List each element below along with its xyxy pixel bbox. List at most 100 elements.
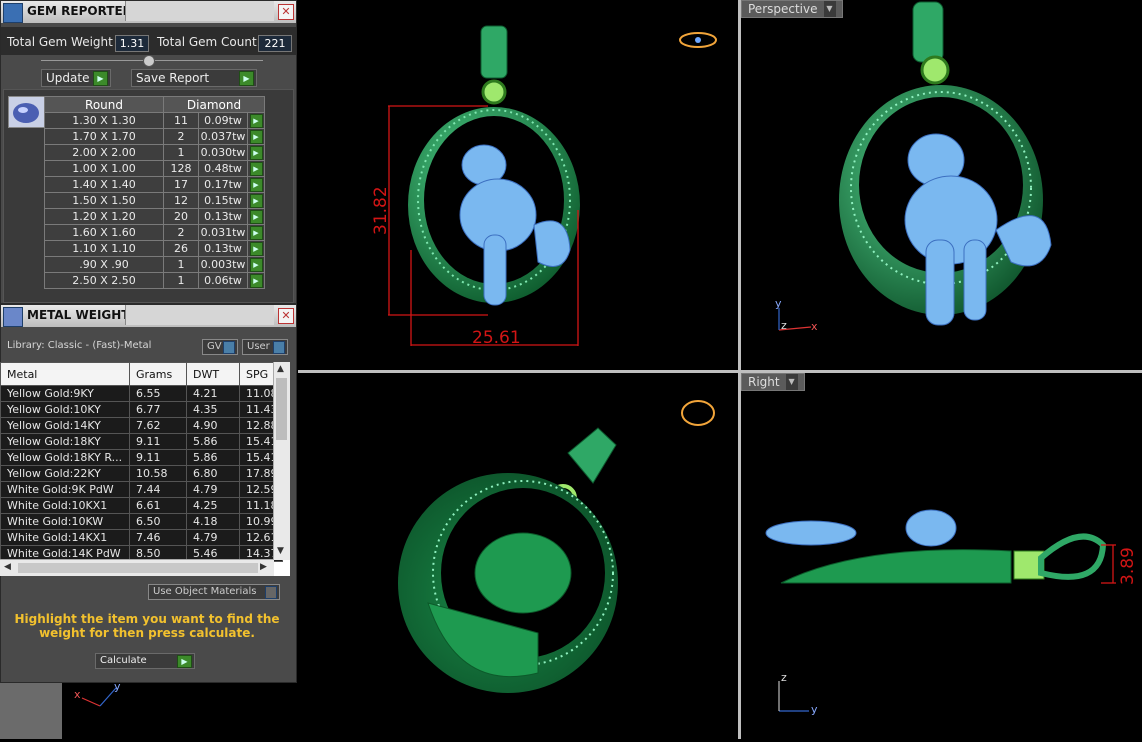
metal-row[interactable]: Yellow Gold:18KY 9.11 5.86 15.41 [0, 433, 283, 450]
dwt-header[interactable]: DWT [186, 362, 240, 386]
metal-header[interactable]: Metal [0, 362, 130, 386]
gem-row[interactable]: 2.00 X 2.00 1 0.030tw ▶ [44, 144, 265, 161]
metal-name: Yellow Gold:10KY [0, 401, 130, 418]
slider-handle[interactable] [143, 55, 155, 67]
scrollbar-thumb-h[interactable] [18, 563, 258, 573]
gem-size: 1.70 X 1.70 [44, 128, 164, 145]
svg-text:z: z [781, 671, 787, 684]
metal-row[interactable]: Yellow Gold:10KY 6.77 4.35 11.43 [0, 401, 283, 418]
metal-table-container[interactable]: Metal Grams DWT SPG Yellow Gold:9KY 6.55 4… [0, 362, 290, 576]
chevron-right-icon[interactable]: ▶ [260, 562, 267, 572]
metal-name: Yellow Gold:22KY [0, 465, 130, 482]
gem-count: 11 [163, 112, 199, 129]
gem-row[interactable]: 1.00 X 1.00 128 0.48tw ▶ [44, 160, 265, 177]
round-header: Round [44, 96, 164, 113]
play-icon: ▶ [239, 71, 254, 86]
chevron-up-icon[interactable]: ▲ [277, 364, 284, 374]
metal-row[interactable]: Yellow Gold:22KY 10.58 6.80 17.89 [0, 465, 283, 482]
gem-shape-icon[interactable] [8, 96, 45, 128]
gem-weight: 0.06tw [198, 272, 248, 289]
gem-row[interactable]: 1.30 X 1.30 11 0.09tw ▶ [44, 112, 265, 129]
select-gem-button[interactable]: ▶ [247, 272, 265, 289]
metal-row[interactable]: Yellow Gold:14KY 7.62 4.90 12.88 [0, 417, 283, 434]
select-gem-button[interactable]: ▶ [247, 176, 265, 193]
save-report-label: Save Report [136, 71, 210, 85]
metal-dwt: 4.90 [186, 417, 240, 434]
play-icon: ▶ [93, 71, 108, 86]
metal-name: White Gold:10KX1 [0, 497, 130, 514]
chevron-down-icon[interactable]: ▼ [277, 546, 284, 556]
close-icon[interactable]: ✕ [278, 308, 294, 324]
right-view-label[interactable]: Right ▼ [741, 373, 805, 391]
select-gem-button[interactable]: ▶ [247, 240, 265, 257]
metal-grams: 6.61 [129, 497, 187, 514]
gem-count: 20 [163, 208, 199, 225]
gem-row[interactable]: 1.70 X 1.70 2 0.037tw ▶ [44, 128, 265, 145]
metal-row[interactable]: Yellow Gold:18KY R... 9.11 5.86 15.41 [0, 449, 283, 466]
svg-text:x: x [74, 688, 81, 701]
gem-size: 1.00 X 1.00 [44, 160, 164, 177]
total-gem-weight-value: 1.31 [115, 35, 149, 52]
metal-row[interactable]: White Gold:10KW 6.50 4.18 10.99 [0, 513, 283, 530]
metal-row[interactable]: Yellow Gold:9KY 6.55 4.21 11.08 [0, 385, 283, 402]
use-object-materials-toggle[interactable]: Use Object Materials [148, 584, 280, 600]
update-button[interactable]: Update ▶ [41, 69, 111, 87]
metal-row[interactable]: White Gold:10KX1 6.61 4.25 11.18 [0, 497, 283, 514]
gem-count: 2 [163, 128, 199, 145]
viewport-perspective[interactable]: y z x Perspective ▼ [741, 0, 1142, 370]
metal-row[interactable]: White Gold:9K PdW 7.44 4.79 12.59 [0, 481, 283, 498]
gem-row[interactable]: 2.50 X 2.50 1 0.06tw ▶ [44, 272, 265, 289]
select-gem-button[interactable]: ▶ [247, 224, 265, 241]
select-gem-button[interactable]: ▶ [247, 112, 265, 129]
chevron-left-icon[interactable]: ◀ [4, 562, 11, 572]
gem-count: 26 [163, 240, 199, 257]
gem-row[interactable]: 1.50 X 1.50 12 0.15tw ▶ [44, 192, 265, 209]
perspective-view-label[interactable]: Perspective ▼ [741, 0, 843, 18]
select-gem-button[interactable]: ▶ [247, 208, 265, 225]
gem-row[interactable]: 1.40 X 1.40 17 0.17tw ▶ [44, 176, 265, 193]
viewport-top-left[interactable]: 31.82 25.61 [298, 0, 738, 370]
select-gem-button[interactable]: ▶ [247, 256, 265, 273]
select-gem-button[interactable]: ▶ [247, 144, 265, 161]
viewport-divider-horizontal[interactable] [298, 370, 1142, 373]
grams-header[interactable]: Grams [129, 362, 187, 386]
gem-size: 2.50 X 2.50 [44, 272, 164, 289]
metal-dwt: 5.86 [186, 433, 240, 450]
chevron-down-icon[interactable]: ▼ [785, 374, 798, 390]
gem-size: 1.60 X 1.60 [44, 224, 164, 241]
update-label: Update [46, 71, 90, 85]
metal-dwt: 5.86 [186, 449, 240, 466]
gem-count: 1 [163, 272, 199, 289]
viewport-bottom-left[interactable] [298, 373, 738, 739]
metal-weights-logo-icon [3, 307, 23, 327]
calculate-button[interactable]: Calculate ▶ [95, 653, 195, 669]
gem-count: 128 [163, 160, 199, 177]
gem-size: 1.50 X 1.50 [44, 192, 164, 209]
viewport-right[interactable]: 3.89 z y Right ▼ [741, 373, 1142, 739]
metal-grams: 6.55 [129, 385, 187, 402]
gem-row[interactable]: 1.20 X 1.20 20 0.13tw ▶ [44, 208, 265, 225]
metal-weights-titlebar[interactable]: METAL WEIGHTS ✕ [1, 305, 296, 327]
vertical-scrollbar[interactable]: ▲ ▼ [273, 362, 290, 560]
play-icon: ▶ [249, 193, 263, 208]
horizontal-scrollbar[interactable]: ◀ ▶ [0, 559, 274, 576]
select-gem-button[interactable]: ▶ [247, 128, 265, 145]
gem-row[interactable]: 1.10 X 1.10 26 0.13tw ▶ [44, 240, 265, 257]
user-toggle[interactable]: User [242, 339, 288, 355]
right-view-dimension: 3.89 [1118, 547, 1138, 585]
close-icon[interactable]: ✕ [278, 4, 294, 20]
gem-row[interactable]: 1.60 X 1.60 2 0.031tw ▶ [44, 224, 265, 241]
metal-row[interactable]: White Gold:14KX1 7.46 4.79 12.61 [0, 529, 283, 546]
gv-toggle[interactable]: GV [202, 339, 238, 355]
scrollbar-thumb[interactable] [276, 378, 287, 440]
save-report-button[interactable]: Save Report ▶ [131, 69, 257, 87]
select-gem-button[interactable]: ▶ [247, 160, 265, 177]
gem-reporter-titlebar[interactable]: GEM REPORTER ✕ [1, 1, 296, 23]
perspective-label-text: Perspective [748, 2, 818, 16]
total-gem-weight-label: Total Gem Weight [7, 35, 113, 49]
select-gem-button[interactable]: ▶ [247, 192, 265, 209]
gem-count: 1 [163, 144, 199, 161]
gem-row[interactable]: .90 X .90 1 0.003tw ▶ [44, 256, 265, 273]
chevron-down-icon[interactable]: ▼ [823, 1, 836, 17]
metal-grams: 9.11 [129, 433, 187, 450]
